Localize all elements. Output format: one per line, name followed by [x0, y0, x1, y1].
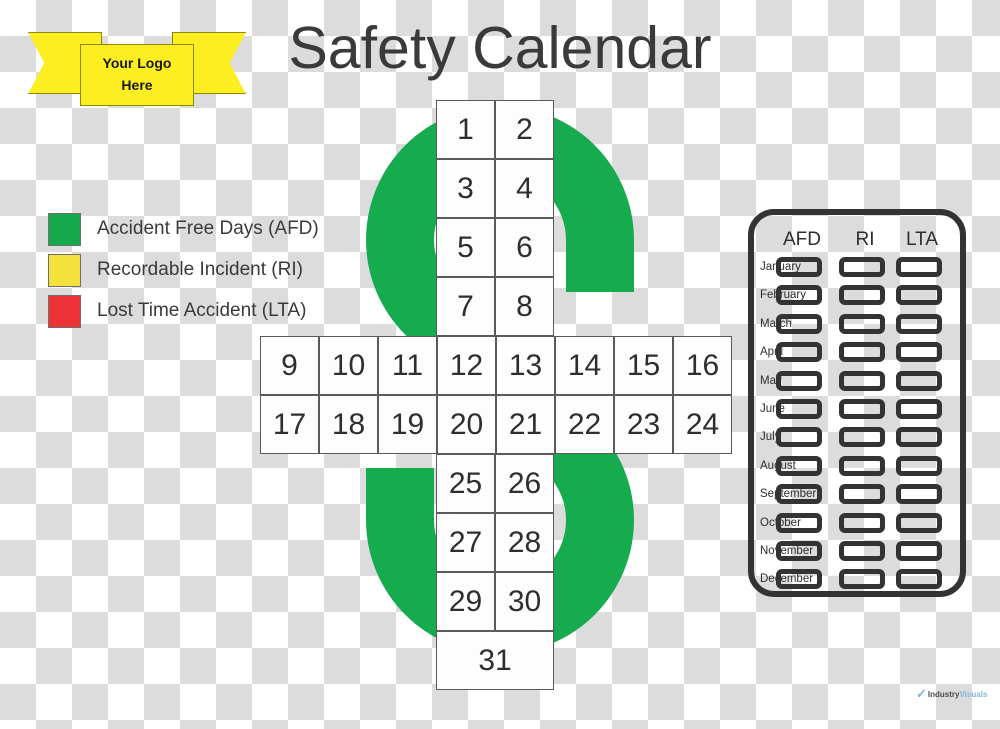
month-checkbox-october-afd[interactable]: [776, 512, 822, 533]
calendar-day-4[interactable]: 4: [495, 159, 554, 218]
calendar-day-26[interactable]: 26: [495, 454, 554, 513]
month-checkbox-may-lta[interactable]: [896, 370, 942, 391]
calendar-day-27[interactable]: 27: [436, 513, 495, 572]
month-checkbox-february-lta[interactable]: [896, 285, 942, 306]
month-checkbox-october-lta[interactable]: [896, 512, 942, 533]
month-checkbox-may-ri[interactable]: [839, 370, 885, 391]
calendar-day-18[interactable]: 18: [319, 395, 378, 454]
month-checkbox-august-afd[interactable]: [776, 455, 822, 476]
calendar-day-31[interactable]: 31: [436, 631, 554, 690]
calendar-day-7[interactable]: 7: [436, 277, 495, 336]
calendar-day-28[interactable]: 28: [495, 513, 554, 572]
month-checkbox-january-lta[interactable]: [896, 257, 942, 277]
calendar-day-14[interactable]: 14: [555, 336, 614, 395]
month-checkbox-may-afd[interactable]: [776, 370, 822, 391]
calendar-day-15[interactable]: 15: [614, 336, 673, 395]
month-checkbox-january-afd[interactable]: [776, 257, 822, 277]
month-checkbox-march-ri[interactable]: [839, 313, 885, 334]
calendar-day-22[interactable]: 22: [555, 395, 614, 454]
month-checkbox-october-ri[interactable]: [839, 512, 885, 533]
month-checkbox-july-afd[interactable]: [776, 427, 822, 448]
month-checkbox-november-ri[interactable]: [839, 541, 885, 561]
calendar-day-1[interactable]: 1: [436, 100, 495, 159]
month-checkbox-march-lta[interactable]: [896, 313, 942, 334]
month-checkbox-june-lta[interactable]: [896, 399, 942, 419]
watermark-text-b: Visuals: [959, 689, 988, 699]
check-icon: ✓: [916, 686, 927, 701]
calendar-day-5[interactable]: 5: [436, 218, 495, 277]
month-checkbox-august-lta[interactable]: [896, 455, 942, 476]
month-checkbox-february-afd[interactable]: [776, 285, 822, 306]
month-checkbox-december-lta[interactable]: [896, 569, 942, 590]
month-panel-header-ri: RI: [855, 229, 875, 250]
calendar-day-2[interactable]: 2: [495, 100, 554, 159]
month-checkbox-march-afd[interactable]: [776, 313, 822, 334]
month-checkbox-december-afd[interactable]: [776, 569, 822, 590]
month-checkbox-june-afd[interactable]: [776, 399, 822, 419]
calendar-day-29[interactable]: 29: [436, 572, 495, 631]
calendar-day-11[interactable]: 11: [378, 336, 437, 395]
month-panel-header-afd: AFD: [783, 229, 821, 250]
calendar-day-13[interactable]: 13: [496, 336, 555, 395]
month-checkbox-november-lta[interactable]: [896, 541, 942, 561]
calendar-day-6[interactable]: 6: [495, 218, 554, 277]
calendar-day-17[interactable]: 17: [260, 395, 319, 454]
month-checkbox-april-ri[interactable]: [839, 342, 885, 363]
month-checkbox-december-ri[interactable]: [839, 569, 885, 590]
calendar-day-3[interactable]: 3: [436, 159, 495, 218]
calendar-day-16[interactable]: 16: [673, 336, 732, 395]
month-checkbox-april-afd[interactable]: [776, 342, 822, 363]
month-checkbox-february-ri[interactable]: [839, 285, 885, 306]
month-checkbox-july-lta[interactable]: [896, 427, 942, 448]
calendar-day-21[interactable]: 21: [496, 395, 555, 454]
calendar-day-20[interactable]: 20: [437, 395, 496, 454]
month-checkbox-january-ri[interactable]: [839, 257, 885, 277]
watermark-text-a: Industry: [927, 689, 960, 699]
month-checkbox-july-ri[interactable]: [839, 427, 885, 448]
month-tracking-panel: AFD RI LTA January February March April May J…: [748, 209, 966, 597]
watermark-industry-visuals: ✓ Industry Visuals: [916, 686, 987, 702]
month-panel-header-lta: LTA: [905, 229, 939, 250]
calendar-day-9[interactable]: 9: [260, 336, 319, 395]
month-checkbox-april-lta[interactable]: [896, 342, 942, 363]
calendar-day-8[interactable]: 8: [495, 277, 554, 336]
month-checkbox-september-ri[interactable]: [839, 484, 885, 505]
calendar-day-10[interactable]: 10: [319, 336, 378, 395]
month-checkbox-september-lta[interactable]: [896, 484, 942, 505]
calendar-day-25[interactable]: 25: [436, 454, 495, 513]
calendar-day-30[interactable]: 30: [495, 572, 554, 631]
month-checkbox-november-afd[interactable]: [776, 541, 822, 561]
calendar-day-19[interactable]: 19: [378, 395, 437, 454]
calendar-day-23[interactable]: 23: [614, 395, 673, 454]
month-checkbox-june-ri[interactable]: [839, 399, 885, 419]
month-checkbox-september-afd[interactable]: [776, 484, 822, 505]
month-checkbox-august-ri[interactable]: [839, 455, 885, 476]
calendar-day-24[interactable]: 24: [673, 395, 732, 454]
calendar-day-12[interactable]: 12: [437, 336, 496, 395]
